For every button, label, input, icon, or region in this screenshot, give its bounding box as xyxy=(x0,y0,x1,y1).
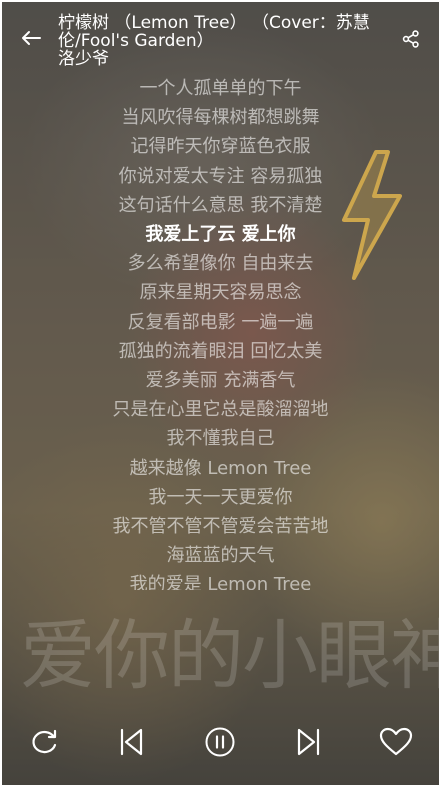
favorite-button[interactable] xyxy=(374,720,418,764)
lyric-line: 越来越像 Lemon Tree xyxy=(129,457,312,479)
arrow-left-icon xyxy=(22,31,41,45)
play-pause-button[interactable] xyxy=(198,720,242,764)
lyric-line: 反复看部电影 一遍一遍 xyxy=(127,311,314,333)
playback-controls xyxy=(2,720,439,764)
lyric-line: 当风吹得每棵树都想跳舞 xyxy=(121,107,320,129)
song-title: 柠檬树 （Lemon Tree） （Cover：苏慧伦/Fool's Garde… xyxy=(58,13,370,51)
lyric-line: 这句话什么意思 我不清楚 xyxy=(118,194,323,216)
lyric-line: 我不懂我自己 xyxy=(166,428,275,450)
share-button[interactable] xyxy=(398,26,424,52)
lyric-line: 孤独的流着眼泪 回忆太美 xyxy=(118,340,323,362)
lyric-line: 多么希望像你 自由来去 xyxy=(127,253,314,275)
previous-button[interactable] xyxy=(109,720,153,764)
lyric-line: 原来星期天容易思念 xyxy=(139,282,302,304)
lyric-line: 爱多美丽 充满香气 xyxy=(145,370,296,391)
lyric-line: 记得昨天你穿蓝色衣服 xyxy=(130,136,311,158)
next-button[interactable] xyxy=(287,720,331,764)
lyric-line-active: 我爱上了云 爱上你 xyxy=(145,224,296,245)
lyric-line: 我一天一天更爱你 xyxy=(148,486,293,508)
song-title-block: 柠檬树 （Lemon Tree） （Cover：苏慧伦/Fool's Garde… xyxy=(58,14,378,68)
lyric-line: 我的爱是 Lemon Tree xyxy=(129,574,312,590)
skip-previous-icon xyxy=(120,728,143,756)
repeat-button[interactable] xyxy=(22,720,66,764)
header: 柠檬树 （Lemon Tree） （Cover：苏慧伦/Fool's Garde… xyxy=(2,2,439,74)
player-screen: 爱你的小眼神 柠檬树 （Lemon Tree） （Cover：苏慧伦/Fool'… xyxy=(2,2,439,785)
artist-name: 洛少爷 xyxy=(58,49,109,69)
lyric-line: 一个人孤单单的下午 xyxy=(139,78,302,99)
lyrics-scroll-area[interactable]: 一个人孤单单的下午 当风吹得每棵树都想跳舞 记得昨天你穿蓝色衣服 你说对爱太专注 容易… xyxy=(2,74,439,590)
lyric-line: 只是在心里它总是酸溜溜地 xyxy=(112,399,329,421)
lyric-line: 海蓝蓝的天气 xyxy=(166,545,275,567)
share-icon xyxy=(402,30,419,48)
heart-outline-icon xyxy=(379,727,413,756)
lyric-line: 你说对爱太专注 容易孤独 xyxy=(118,165,323,187)
background-watermark-text: 爱你的小眼神 xyxy=(20,611,439,700)
lyric-line: 我不管不管不管爱会苦苦地 xyxy=(112,516,329,537)
repeat-icon xyxy=(32,729,57,754)
back-button[interactable] xyxy=(16,24,46,52)
pause-circle-icon xyxy=(205,727,235,757)
skip-next-icon xyxy=(297,728,320,756)
